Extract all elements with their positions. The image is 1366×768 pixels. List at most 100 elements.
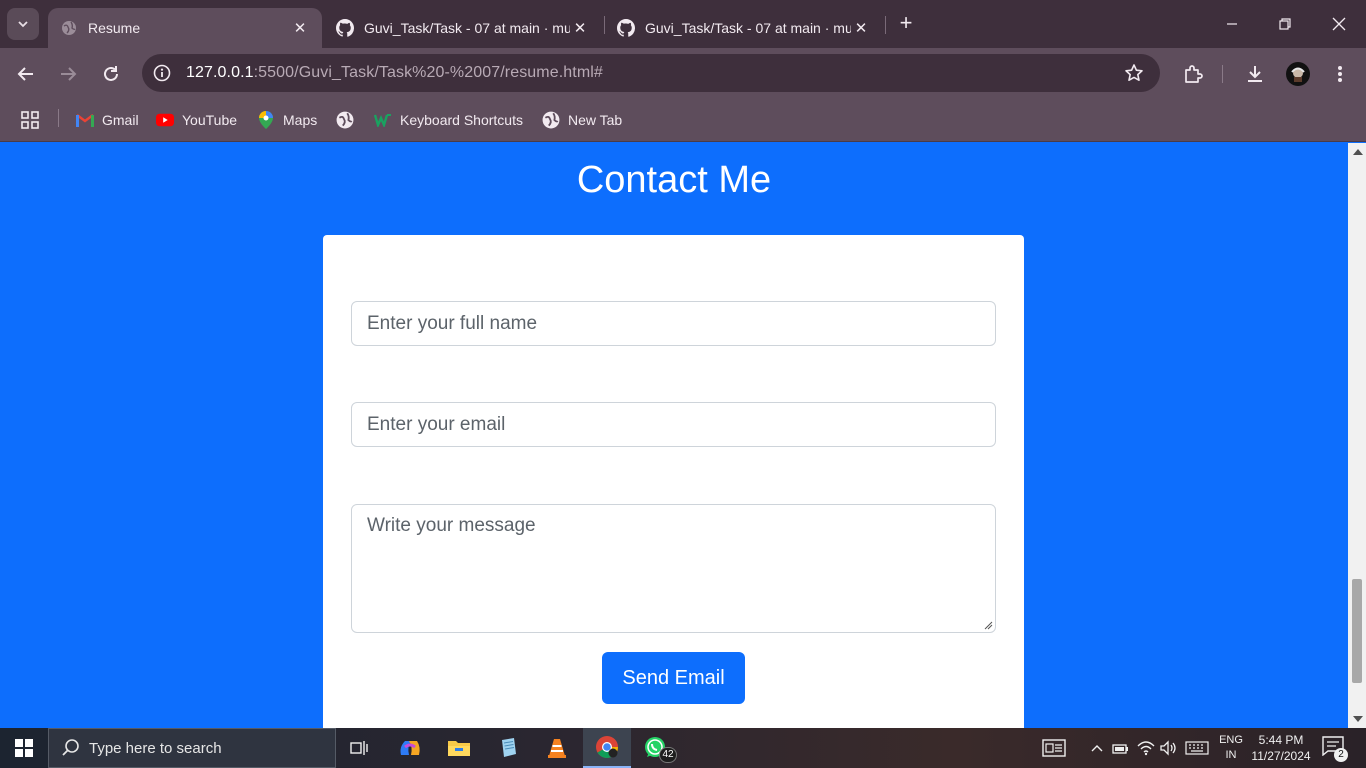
input-language[interactable]: ENG IN xyxy=(1218,733,1244,763)
url-host: 127.0.0.1 xyxy=(186,64,254,81)
bookmark-label: New Tab xyxy=(568,112,623,128)
url-path: :5500/Guvi_Task/Task%20-%2007/resume.htm… xyxy=(253,64,603,81)
chevron-up-icon[interactable] xyxy=(1087,738,1107,758)
bookmark-label: Gmail xyxy=(102,112,139,128)
close-icon[interactable]: ✕ xyxy=(851,18,871,38)
volume-icon[interactable] xyxy=(1159,738,1179,758)
scroll-thumb[interactable] xyxy=(1352,579,1362,683)
bookmark-label: Maps xyxy=(283,112,318,128)
keyboard-shortcuts-icon xyxy=(374,111,392,129)
task-view-button[interactable] xyxy=(336,728,384,768)
file-explorer-app[interactable] xyxy=(435,728,483,768)
battery-icon[interactable] xyxy=(1111,738,1131,758)
page-scrollbar[interactable] xyxy=(1348,143,1366,728)
bookmark-star-icon[interactable] xyxy=(1124,63,1144,83)
close-icon[interactable]: ✕ xyxy=(570,18,590,38)
bookmarks-bar: Gmail YouTube Maps Keyboard Shortcuts Ne… xyxy=(0,100,1366,142)
wifi-icon[interactable] xyxy=(1136,738,1156,758)
whatsapp-app[interactable]: 42 xyxy=(632,728,680,768)
region-code: IN xyxy=(1225,749,1237,761)
close-window-button[interactable] xyxy=(1316,8,1362,40)
restore-icon xyxy=(1279,18,1291,30)
arrow-right-icon xyxy=(61,67,77,81)
minimize-button[interactable] xyxy=(1209,8,1255,40)
vlc-app[interactable] xyxy=(533,728,581,768)
apps-grid-icon xyxy=(21,111,39,129)
scroll-down-icon[interactable] xyxy=(1353,716,1363,722)
new-tab-button[interactable]: + xyxy=(893,11,919,37)
bookmark-new-tab[interactable]: New Tab xyxy=(542,109,622,131)
tab-title: Guvi_Task/Task - 07 at main · mu xyxy=(364,20,570,36)
back-button[interactable] xyxy=(10,58,42,90)
clock-time: 5:44 PM xyxy=(1258,733,1304,747)
resize-handle-icon[interactable] xyxy=(984,621,993,630)
bookmark-globe[interactable] xyxy=(336,109,362,131)
copilot-app[interactable] xyxy=(386,728,434,768)
tab-search-button[interactable] xyxy=(7,8,39,40)
puzzle-icon xyxy=(1185,65,1203,83)
tab-separator xyxy=(885,16,886,34)
bookmark-maps[interactable]: Maps xyxy=(257,109,317,131)
toolbar-separator xyxy=(1222,65,1223,83)
forward-button[interactable] xyxy=(52,58,84,90)
bookmark-keyboard-shortcuts[interactable]: Keyboard Shortcuts xyxy=(374,109,523,131)
reload-icon xyxy=(104,66,118,81)
clock-date: 11/27/2024 xyxy=(1251,749,1311,763)
notes-app[interactable] xyxy=(484,728,532,768)
task-view-icon xyxy=(350,741,368,755)
news-widget-icon[interactable] xyxy=(1042,738,1066,758)
github-icon xyxy=(336,19,354,37)
contact-form: Enter your full name Enter your email Wr… xyxy=(323,235,1024,728)
menu-button[interactable] xyxy=(1324,58,1356,90)
tab-resume[interactable]: Resume ✕ xyxy=(48,8,322,48)
address-bar[interactable]: 127.0.0.1:5500/Guvi_Task/Task%20-%2007/r… xyxy=(142,54,1160,92)
more-vertical-icon xyxy=(1338,66,1342,82)
close-icon[interactable]: ✕ xyxy=(290,18,310,38)
tab-title: Guvi_Task/Task - 07 at main · mu xyxy=(645,20,851,36)
vlc-icon xyxy=(548,739,566,758)
system-clock[interactable]: 5:44 PM 11/27/2024 xyxy=(1250,732,1312,764)
keyboard-icon[interactable] xyxy=(1184,738,1210,758)
tab-github-2[interactable]: Guvi_Task/Task - 07 at main · mu ✕ xyxy=(605,8,883,48)
taskbar-search[interactable]: Type here to search xyxy=(48,728,336,768)
youtube-icon xyxy=(156,111,174,129)
bookmark-gmail[interactable]: Gmail xyxy=(76,109,139,131)
email-input[interactable]: Enter your email xyxy=(351,402,996,447)
bookmark-youtube[interactable]: YouTube xyxy=(156,109,237,131)
notification-count-badge: 2 xyxy=(1334,748,1348,762)
globe-icon xyxy=(542,111,560,129)
folder-icon xyxy=(448,741,470,756)
message-textarea[interactable]: Write your message xyxy=(351,504,996,633)
windows-logo-icon xyxy=(15,739,33,757)
chrome-app[interactable] xyxy=(583,728,631,768)
windows-taskbar: Type here to search 42 ENG IN 5:44 PM 11… xyxy=(0,728,1366,768)
page-content: Contact Me Enter your full name Enter yo… xyxy=(0,143,1348,728)
scroll-up-icon[interactable] xyxy=(1353,149,1363,155)
reload-button[interactable] xyxy=(95,58,127,90)
notification-center-button[interactable]: 2 xyxy=(1322,736,1348,762)
info-icon[interactable] xyxy=(152,63,172,83)
start-button[interactable] xyxy=(0,728,48,768)
minimize-icon xyxy=(1227,23,1237,25)
globe-icon xyxy=(60,19,78,37)
extensions-button[interactable] xyxy=(1177,58,1209,90)
tab-github-1[interactable]: Guvi_Task/Task - 07 at main · mu ✕ xyxy=(324,8,602,48)
download-icon xyxy=(1248,66,1262,82)
chevron-down-icon xyxy=(18,21,28,28)
restore-button[interactable] xyxy=(1262,8,1308,40)
tab-bar: Resume ✕ Guvi_Task/Task - 07 at main · m… xyxy=(0,0,1366,48)
full-name-input[interactable]: Enter your full name xyxy=(351,301,996,346)
language-code: ENG xyxy=(1219,734,1243,746)
notepad-icon xyxy=(502,738,516,757)
send-email-button[interactable]: Send Email xyxy=(602,652,745,704)
search-icon xyxy=(62,739,79,756)
avatar-icon xyxy=(1286,62,1310,86)
full-name-placeholder: Enter your full name xyxy=(367,312,538,334)
url-text: 127.0.0.1:5500/Guvi_Task/Task%20-%2007/r… xyxy=(186,64,603,82)
gmail-icon xyxy=(76,111,94,129)
github-icon xyxy=(617,19,635,37)
downloads-button[interactable] xyxy=(1239,58,1271,90)
profile-button[interactable] xyxy=(1282,58,1314,90)
apps-button[interactable] xyxy=(21,109,39,131)
bookmarks-separator xyxy=(58,109,59,127)
